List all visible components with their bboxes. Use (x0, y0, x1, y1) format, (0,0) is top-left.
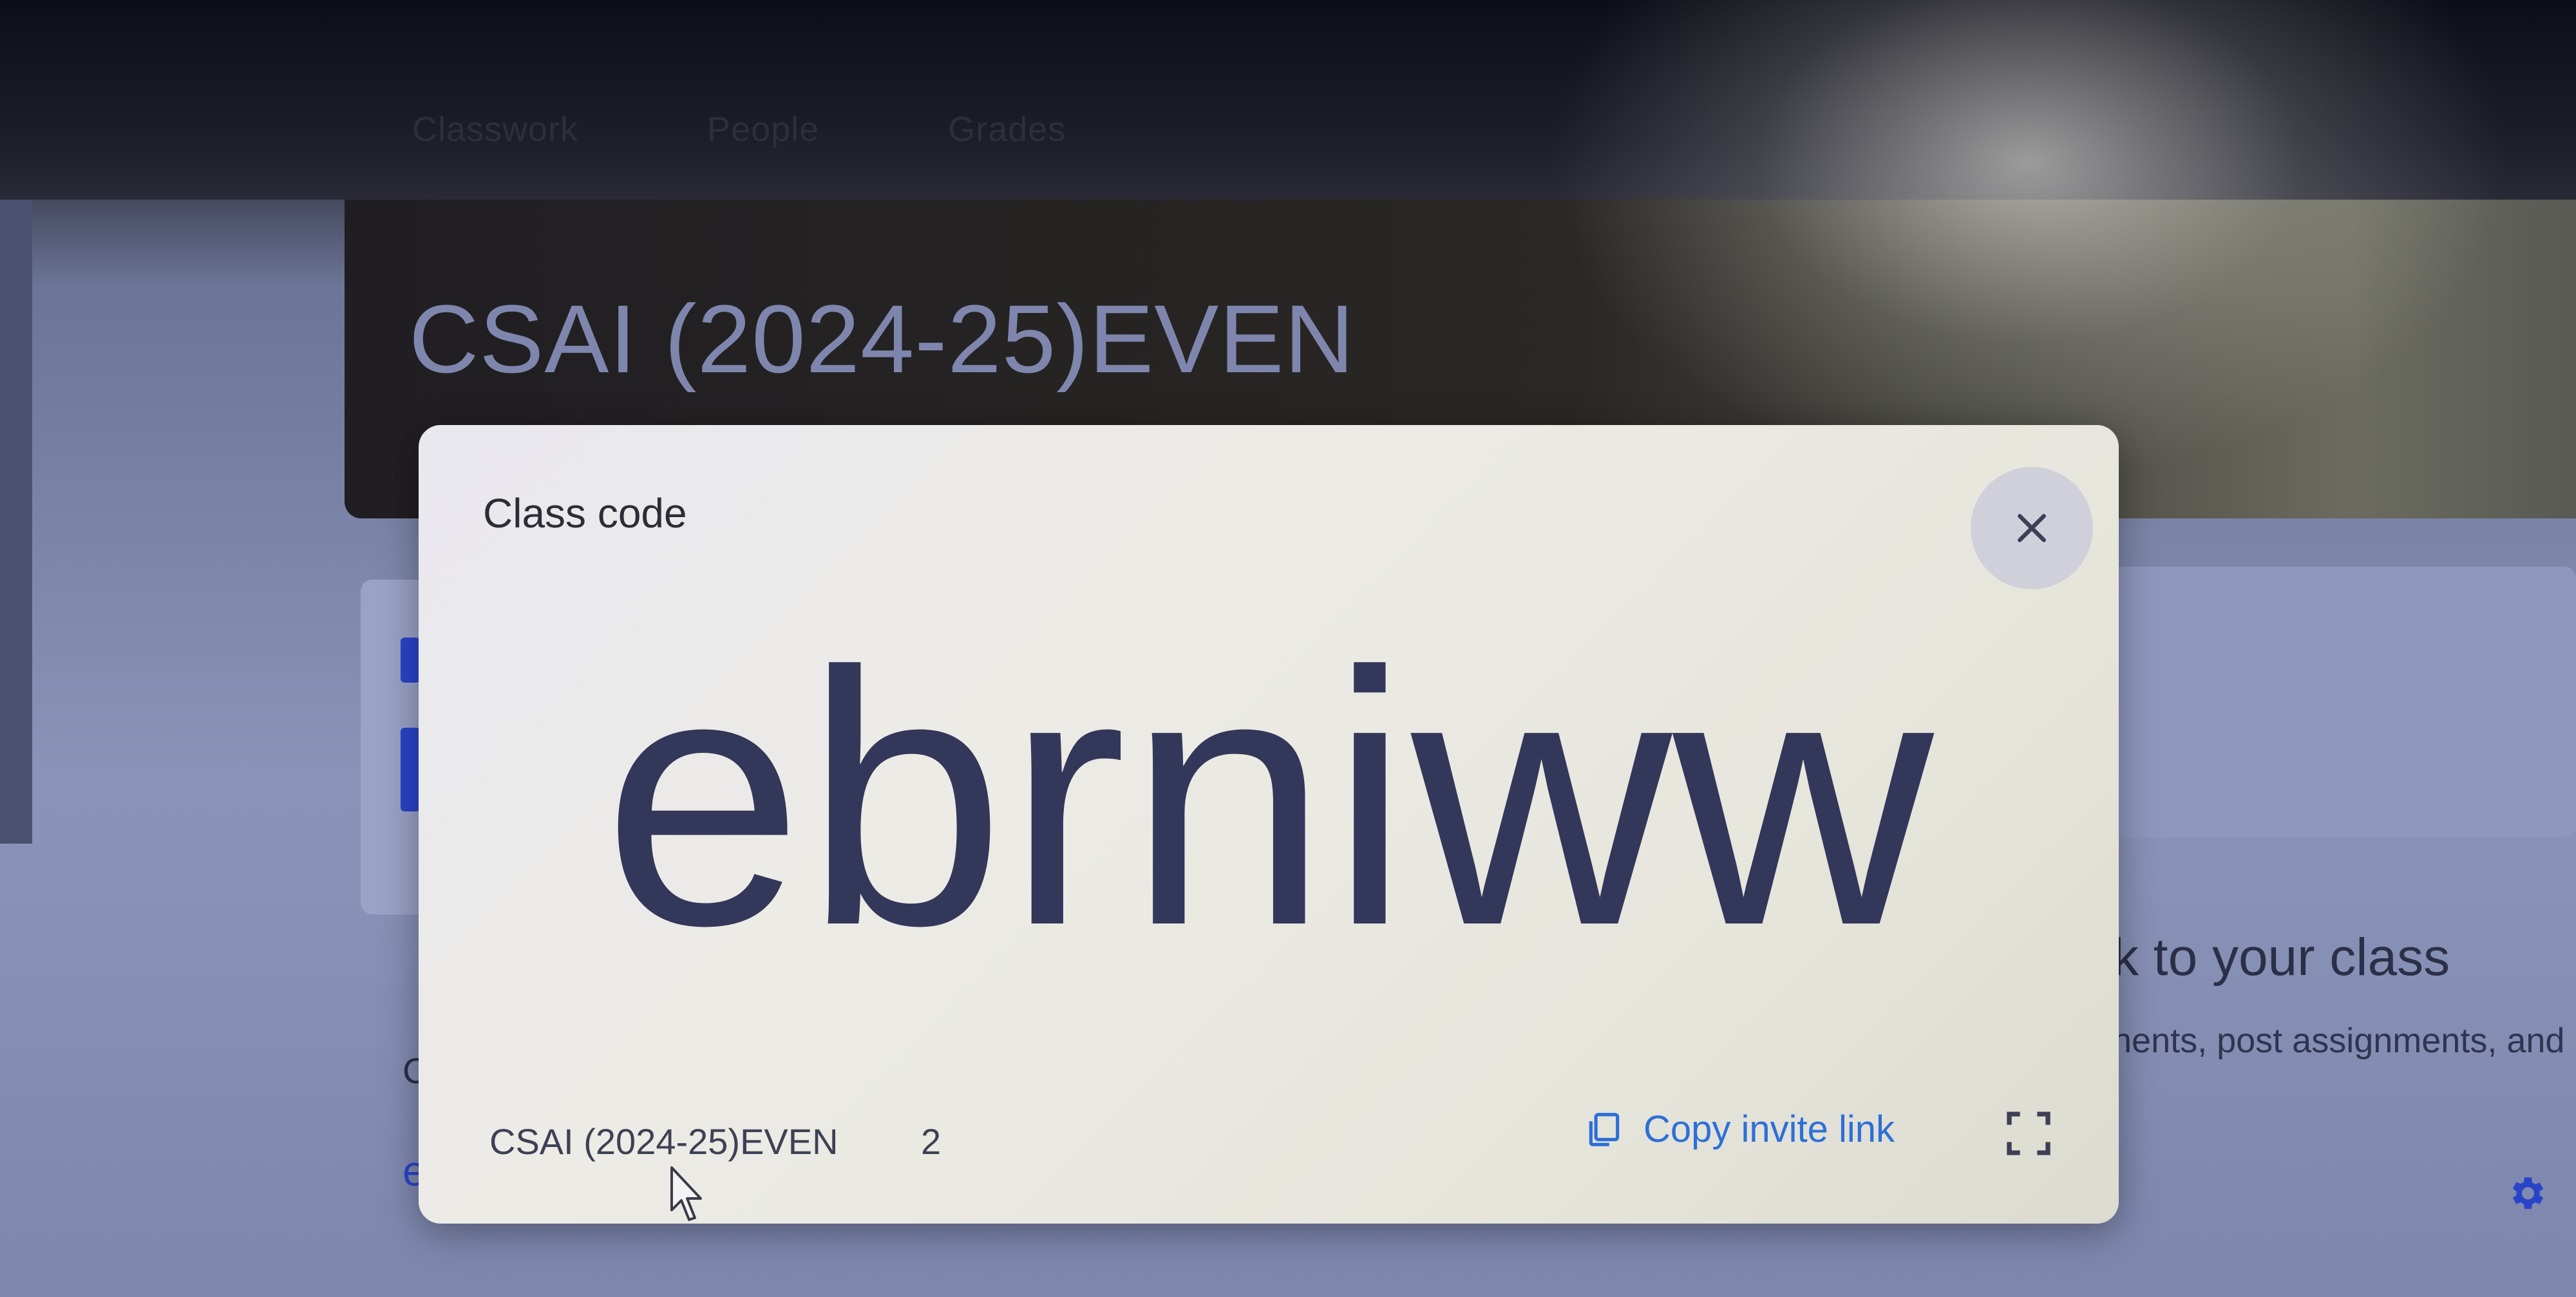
tab-people[interactable]: People (707, 109, 819, 149)
fullscreen-button[interactable] (2003, 1108, 2054, 1159)
class-tabs: Classwork People Grades (412, 109, 1066, 149)
tab-classwork[interactable]: Classwork (412, 109, 578, 149)
close-button[interactable] (1971, 467, 2093, 589)
invite-description-fragment: nents, post assignments, and (2112, 1021, 2565, 1060)
close-icon (2018, 514, 2046, 542)
dialog-count: 2 (921, 1121, 942, 1162)
tab-grades[interactable]: Grades (948, 109, 1066, 149)
screen: Classwork People Grades CSAI (2024-25)EV… (0, 0, 2576, 1297)
gear-icon[interactable] (2505, 1172, 2548, 1215)
app-header: Classwork People Grades (0, 0, 2576, 200)
copy-icon (1589, 1112, 1620, 1146)
stream-header-card (2093, 567, 2576, 837)
left-nav-edge (0, 200, 32, 844)
invite-heading-fragment: k to your class (2112, 928, 2450, 987)
dialog-title: Class code (483, 490, 687, 536)
card-accent (401, 638, 420, 683)
fullscreen-icon (2007, 1112, 2050, 1155)
mouse-cursor-icon (670, 1166, 702, 1221)
copy-invite-link-button[interactable]: Copy invite link (1584, 1108, 1895, 1151)
card-accent (401, 728, 420, 811)
class-code-value: ebrniww (602, 597, 1935, 1000)
class-code-dialog: Class code ebrniww CSAI (2024-25)EVEN 2 … (419, 425, 2119, 1224)
copy-invite-link-label: Copy invite link (1643, 1108, 1895, 1150)
dialog-class-name: CSAI (2024-25)EVEN (489, 1121, 838, 1162)
class-title: CSAI (2024-25)EVEN (409, 285, 1355, 393)
